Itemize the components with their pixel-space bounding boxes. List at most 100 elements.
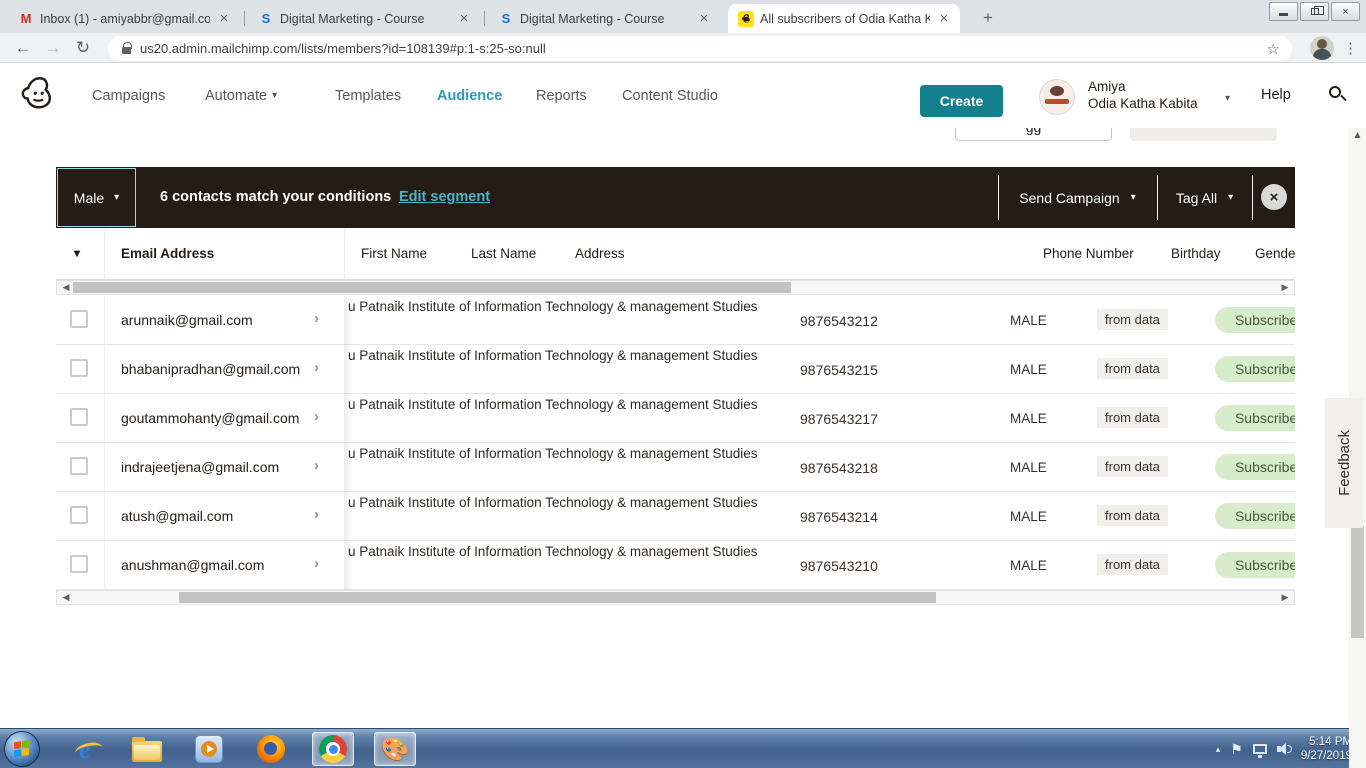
nav-reports[interactable]: Reports (536, 63, 587, 128)
chrome-taskbar-button[interactable] (312, 732, 354, 766)
scrollbar-thumb[interactable] (73, 282, 791, 293)
row-chevron-icon[interactable]: › (314, 359, 319, 376)
mailchimp-logo-icon[interactable] (16, 73, 58, 122)
media-player-icon[interactable] (188, 732, 230, 766)
address-cell: u Patnaik Institute of Information Techn… (348, 348, 758, 363)
tab-close-icon[interactable]: × (696, 10, 712, 27)
tab-digital-marketing-1[interactable]: S Digital Marketing - Course × (248, 4, 480, 33)
scroll-right-icon[interactable]: ▶ (1278, 592, 1292, 603)
file-explorer-icon[interactable] (126, 732, 168, 766)
scroll-up-icon[interactable]: ▲ (1349, 126, 1366, 141)
row-checkbox[interactable] (70, 310, 88, 328)
email-cell[interactable]: atush@gmail.com (121, 508, 233, 524)
scroll-left-icon[interactable]: ◀ (59, 282, 73, 293)
table-row[interactable]: arunnaik@gmail.com › u Patnaik Institute… (56, 296, 1295, 345)
col-first-name[interactable]: First Name (361, 246, 427, 261)
mailchimp-page: gg Campaigns Automate▾ Templates Audienc… (0, 63, 1366, 728)
table-row[interactable]: bhabanipradhan@gmail.com › u Patnaik Ins… (56, 345, 1295, 394)
table-row[interactable]: goutammohanty@gmail.com › u Patnaik Inst… (56, 394, 1295, 443)
row-checkbox[interactable] (70, 457, 88, 475)
scroll-left-icon[interactable]: ◀ (59, 592, 73, 603)
paint-taskbar-button[interactable]: 🎨 (374, 732, 416, 766)
scrollbar-thumb[interactable] (179, 592, 936, 603)
back-button[interactable]: ← (8, 38, 38, 58)
account-avatar[interactable] (1039, 79, 1075, 115)
edit-segment-link[interactable]: Edit segment (399, 189, 490, 205)
row-checkbox[interactable] (70, 555, 88, 573)
email-cell[interactable]: arunnaik@gmail.com (121, 312, 253, 328)
select-all-chevron-icon[interactable]: ▾ (74, 246, 80, 260)
taskbar-clock[interactable]: 5:14 PM 9/27/2019 (1301, 735, 1352, 763)
tag-all-button[interactable]: Tag All ▾ (1157, 167, 1252, 228)
table-row[interactable]: atush@gmail.com › u Patnaik Institute of… (56, 492, 1295, 541)
row-chevron-icon[interactable]: › (314, 408, 319, 425)
restore-button[interactable] (1300, 2, 1329, 21)
row-checkbox[interactable] (70, 408, 88, 426)
tab-close-icon[interactable]: × (936, 10, 952, 27)
tab-digital-marketing-2[interactable]: S Digital Marketing - Course × (488, 4, 720, 33)
firefox-icon[interactable] (250, 732, 292, 766)
feedback-tab[interactable]: Feedback (1325, 398, 1363, 528)
phone-cell: 9876543212 (800, 313, 878, 329)
tab-close-icon[interactable]: × (216, 10, 232, 27)
col-email-address[interactable]: Email Address (121, 246, 214, 261)
email-cell[interactable]: bhabanipradhan@gmail.com (121, 361, 300, 377)
nav-content-studio[interactable]: Content Studio (622, 63, 718, 128)
scrollbar-thumb[interactable] (1351, 526, 1364, 638)
tab-gmail[interactable]: M Inbox (1) - amiyabbr@gmail.com × (8, 4, 240, 33)
url-text[interactable]: us20.admin.mailchimp.com/lists/members?i… (140, 41, 1267, 56)
help-link[interactable]: Help (1261, 87, 1291, 103)
phone-cell: 9876543215 (800, 362, 878, 378)
chevron-down-icon: ▾ (1228, 192, 1233, 203)
column-divider (104, 228, 105, 279)
account-chevron-icon[interactable]: ▾ (1225, 93, 1230, 104)
email-cell[interactable]: goutammohanty@gmail.com (121, 410, 299, 426)
segment-filter-dropdown[interactable]: Male ▾ (57, 168, 136, 227)
col-birthday[interactable]: Birthday (1171, 246, 1221, 261)
reload-button[interactable]: ↻ (68, 38, 98, 58)
search-icon[interactable] (1329, 86, 1347, 104)
row-checkbox[interactable] (70, 506, 88, 524)
horizontal-scrollbar-top[interactable]: ◀ ▶ (56, 280, 1295, 295)
send-campaign-button[interactable]: Send Campaign ▾ (998, 167, 1157, 228)
create-button[interactable]: Create (920, 85, 1003, 117)
account-menu[interactable]: Amiya Odia Katha Kabita (1088, 78, 1198, 112)
network-icon[interactable] (1253, 744, 1267, 754)
gender-cell: MALE (1010, 558, 1047, 573)
table-row[interactable]: anushman@gmail.com › u Patnaik Institute… (56, 541, 1295, 590)
row-chevron-icon[interactable]: › (314, 555, 319, 572)
col-last-name[interactable]: Last Name (471, 246, 536, 261)
email-cell[interactable]: anushman@gmail.com (121, 557, 264, 573)
close-window-button[interactable]: × (1331, 2, 1360, 21)
volume-icon[interactable] (1277, 743, 1291, 755)
forward-button[interactable]: → (38, 38, 68, 58)
col-address[interactable]: Address (575, 246, 625, 261)
col-gender[interactable]: Gender (1255, 246, 1295, 261)
scroll-right-icon[interactable]: ▶ (1278, 282, 1292, 293)
new-tab-button[interactable]: + (975, 6, 1001, 30)
nav-templates[interactable]: Templates (335, 63, 401, 128)
close-segment-button[interactable]: × (1261, 184, 1287, 210)
nav-campaigns[interactable]: Campaigns (92, 63, 165, 128)
tab-close-icon[interactable]: × (456, 10, 472, 27)
row-checkbox[interactable] (70, 359, 88, 377)
row-chevron-icon[interactable]: › (314, 310, 319, 327)
browser-profile-avatar[interactable] (1310, 36, 1334, 60)
show-hidden-icons[interactable]: ▴ (1216, 744, 1221, 755)
minimize-button[interactable] (1269, 2, 1298, 21)
action-center-flag-icon[interactable]: ⚑ (1230, 741, 1243, 758)
row-chevron-icon[interactable]: › (314, 506, 319, 523)
nav-automate[interactable]: Automate▾ (205, 63, 277, 128)
address-bar[interactable]: us20.admin.mailchimp.com/lists/members?i… (108, 36, 1292, 61)
row-chevron-icon[interactable]: › (314, 457, 319, 474)
internet-explorer-icon[interactable]: e (64, 732, 106, 766)
nav-audience-active[interactable]: Audience (437, 63, 502, 128)
table-row[interactable]: indrajeetjena@gmail.com › u Patnaik Inst… (56, 443, 1295, 492)
bookmark-star-icon[interactable]: ☆ (1267, 40, 1280, 58)
tab-mailchimp-active[interactable]: All subscribers of Odia Katha Kab × (728, 4, 960, 33)
col-phone-number[interactable]: Phone Number (1043, 246, 1134, 261)
horizontal-scrollbar-bottom[interactable]: ◀ ▶ (56, 590, 1295, 605)
start-button[interactable] (4, 731, 40, 767)
browser-menu-icon[interactable]: ⋮ (1343, 39, 1358, 57)
email-cell[interactable]: indrajeetjena@gmail.com (121, 459, 279, 475)
